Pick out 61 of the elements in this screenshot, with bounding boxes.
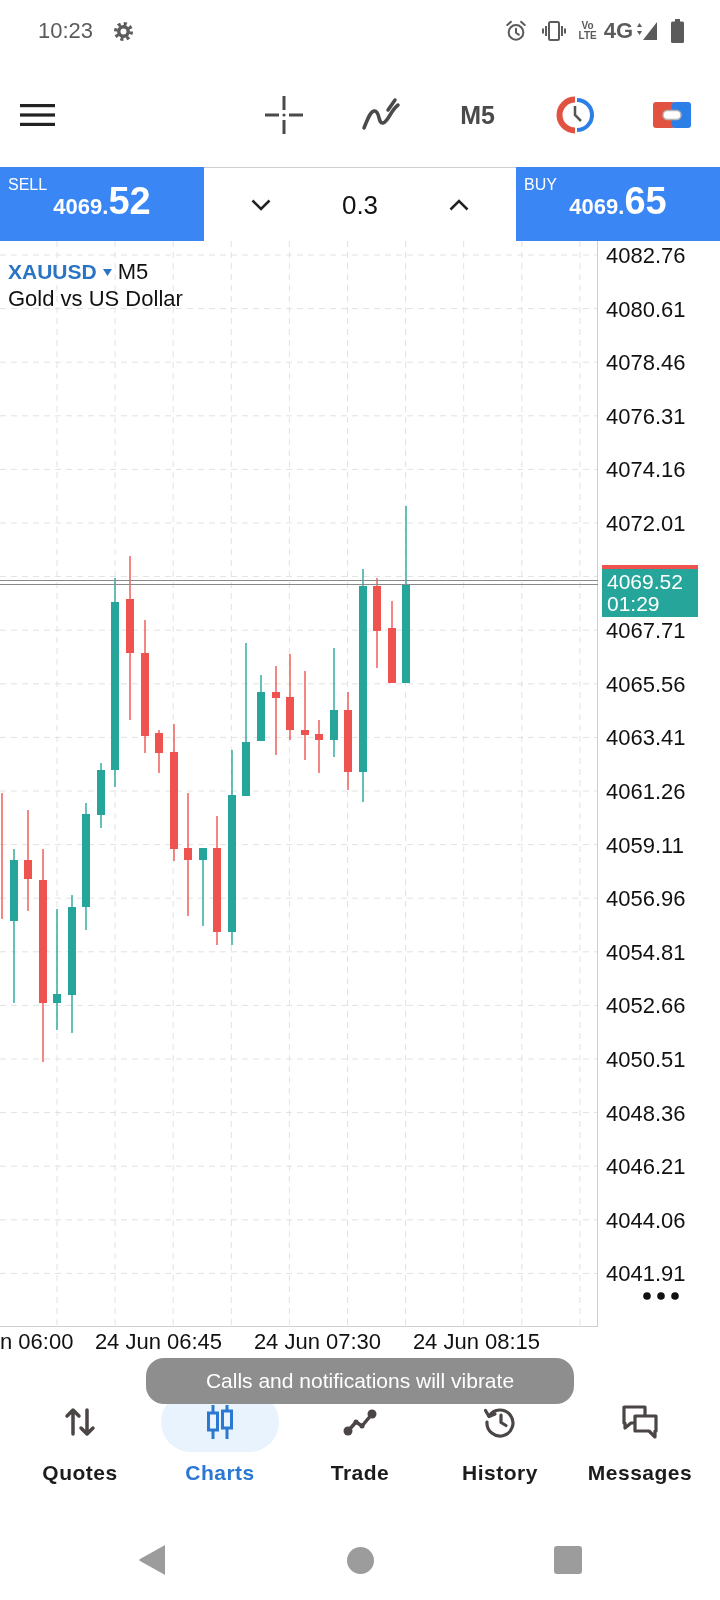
bullish-candle (97, 762, 105, 829)
home-icon[interactable] (346, 1546, 374, 1574)
price-axis-label: 4054.81 (606, 939, 686, 965)
chevron-down-icon (251, 198, 271, 211)
more-icon[interactable] (643, 1292, 679, 1300)
toast-notification: Calls and notifications will vibrate (146, 1358, 574, 1404)
price-axis-label: 4067.71 (606, 618, 686, 644)
history-icon (483, 1405, 517, 1439)
bullish-candle (257, 674, 265, 742)
gear-icon (114, 21, 134, 41)
price-axis-label: 4072.01 (606, 510, 686, 536)
line-chart-icon (342, 1407, 378, 1437)
caret-icon[interactable] (102, 268, 112, 276)
battery-icon (671, 19, 684, 43)
price-axis-label: 4056.96 (606, 886, 686, 912)
price-axis-label: 4048.36 (606, 1100, 686, 1126)
time-axis-label: 24 Jun 06:45 (94, 1328, 223, 1354)
timeframe-label: M5 (117, 259, 149, 285)
price-axis-label: 4063.41 (606, 725, 686, 751)
alarm-icon (504, 20, 527, 42)
price-axis-label: 4061.26 (606, 778, 686, 804)
price-axis-label: 4080.61 (606, 296, 686, 322)
price-axis-label: 4082.76 (606, 243, 686, 268)
volume-field[interactable]: 0.3 (341, 189, 379, 220)
clock-time: 10:23 (38, 18, 94, 44)
signal-icon (636, 21, 658, 41)
crosshair-icon[interactable] (264, 95, 303, 134)
price-axis-label: 4050.51 (606, 1046, 686, 1072)
price-axis-label: 4044.06 (606, 1207, 686, 1233)
symbol-description: Gold vs US Dollar (8, 285, 183, 313)
timeframe-button[interactable]: M5 (460, 99, 495, 130)
sell-button[interactable]: SELL 4069.52 (0, 167, 204, 241)
toggle-icon[interactable] (652, 101, 691, 128)
vibrate-icon (541, 21, 566, 41)
price-axis-label: 4041.91 (606, 1261, 686, 1287)
price-axis-label: 4046.21 (606, 1154, 686, 1180)
candlestick-icon (205, 1404, 235, 1440)
back-icon[interactable] (139, 1545, 165, 1575)
bearish-candle (315, 719, 323, 774)
price-axis-label: 4076.31 (606, 403, 686, 429)
bar-countdown: 01:29 (607, 593, 661, 615)
time-axis-label: 24 Jun 07:30 (253, 1328, 382, 1354)
wave-icon[interactable] (360, 96, 401, 133)
price-axis-label: 4078.46 (606, 350, 686, 376)
price-axis-label: 4052.66 (606, 993, 686, 1019)
bearish-candle (155, 729, 163, 774)
current-price: 4069.52 (607, 571, 684, 593)
sort-arrows-icon (64, 1407, 96, 1437)
chevron-up-icon (449, 198, 469, 211)
volte-indicator: Vo LTE (577, 21, 598, 41)
symbol-name[interactable]: XAUUSD (8, 259, 97, 285)
price-axis-label: 4065.56 (606, 671, 686, 697)
price-axis-label: 4074.16 (606, 457, 686, 483)
clock-icon[interactable] (555, 95, 594, 134)
menu-icon[interactable] (20, 103, 55, 126)
buy-button[interactable]: BUY 4069.65 (516, 167, 720, 241)
chat-bubbles-icon (621, 1404, 659, 1440)
network-type: 4G (603, 18, 633, 44)
price-axis-label: 4059.11 (606, 832, 684, 858)
time-axis-label: 24 Jun 08:15 (412, 1328, 541, 1354)
time-axis-label: n 06:00 (0, 1328, 74, 1354)
